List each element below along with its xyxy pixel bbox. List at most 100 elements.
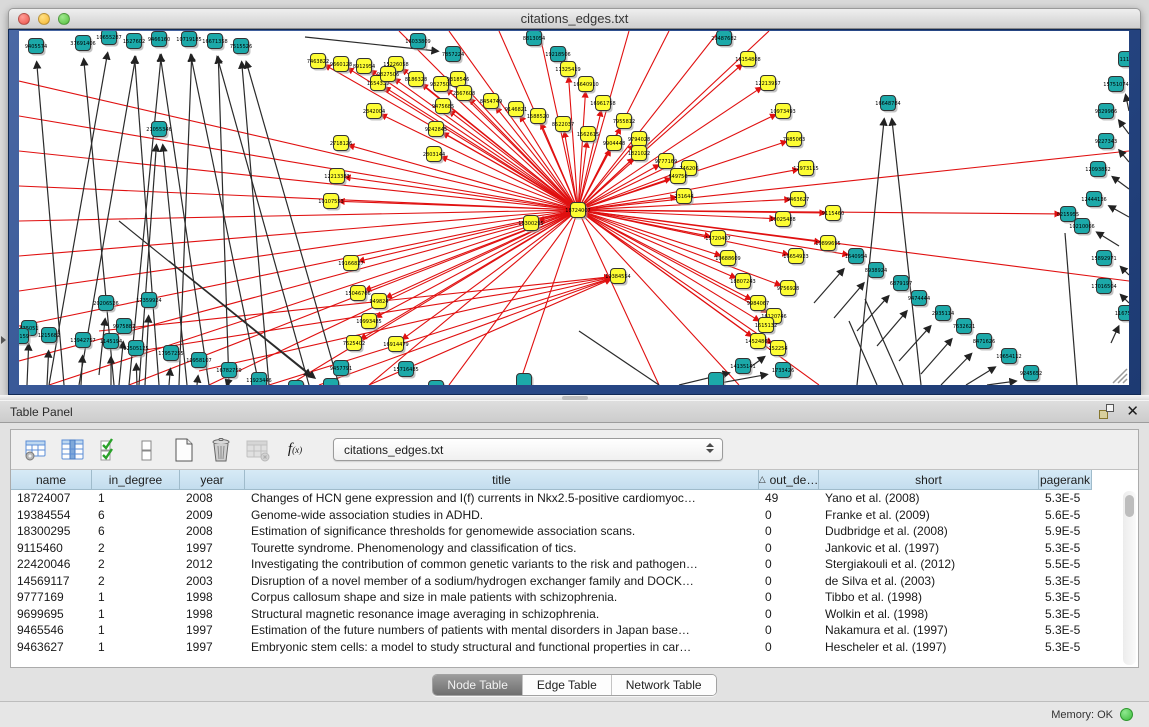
table-cell-out_degree[interactable]: 0: [759, 589, 819, 606]
tab-node-table[interactable]: Node Table: [433, 675, 523, 695]
delete-column-button[interactable]: [208, 437, 234, 463]
function-builder-button[interactable]: f(x): [282, 437, 308, 463]
table-cell-name[interactable]: 19384554: [11, 507, 92, 524]
table-cell-out_degree[interactable]: 0: [759, 556, 819, 573]
table-row[interactable]: 977716911998Corpus callosum shape and si…: [11, 589, 1138, 606]
table-cell-short[interactable]: Franke et al. (2009): [819, 507, 1039, 524]
table-cell-pagerank[interactable]: 5.5E-5: [1039, 556, 1092, 573]
close-panel-icon[interactable]: ✕: [1126, 404, 1139, 419]
table-cell-year[interactable]: 2012: [180, 556, 245, 573]
collapse-handle-icon[interactable]: [1, 336, 6, 344]
table-cell-name[interactable]: 14569117: [11, 573, 92, 590]
table-mode-button[interactable]: [23, 437, 49, 463]
table-cell-short[interactable]: Yano et al. (2008): [819, 490, 1039, 507]
table-cell-in_degree[interactable]: 1: [92, 622, 180, 639]
table-cell-out_degree[interactable]: 0: [759, 573, 819, 590]
table-row[interactable]: 1872400712008Changes of HCN gene express…: [11, 490, 1138, 507]
column-header-pagerank[interactable]: pagerank: [1039, 470, 1092, 490]
table-cell-year[interactable]: 2003: [180, 573, 245, 590]
table-cell-pagerank[interactable]: 5.3E-5: [1039, 606, 1092, 623]
table-cell-short[interactable]: Nakamura et al. (1997): [819, 622, 1039, 639]
table-row[interactable]: 946554611997Estimation of the future num…: [11, 622, 1138, 639]
table-cell-year[interactable]: 1998: [180, 589, 245, 606]
table-cell-pagerank[interactable]: 5.3E-5: [1039, 540, 1092, 557]
resize-grip-icon[interactable]: [1113, 369, 1127, 383]
table-cell-title[interactable]: Embryonic stem cells: a model to study s…: [245, 639, 759, 656]
table-cell-in_degree[interactable]: 1: [92, 606, 180, 623]
table-cell-title[interactable]: Changes of HCN gene expression and I(f) …: [245, 490, 759, 507]
table-cell-in_degree[interactable]: 1: [92, 639, 180, 656]
select-all-button[interactable]: [97, 437, 123, 463]
table-cell-short[interactable]: Hescheler et al. (1997): [819, 639, 1039, 656]
table-cell-pagerank[interactable]: 5.3E-5: [1039, 639, 1092, 656]
tab-edge-table[interactable]: Edge Table: [523, 675, 612, 695]
table-cell-short[interactable]: Dudbridge et al. (2008): [819, 523, 1039, 540]
column-header-title[interactable]: title: [245, 470, 759, 490]
table-cell-year[interactable]: 2008: [180, 490, 245, 507]
table-cell-short[interactable]: Wolkin et al. (1998): [819, 606, 1039, 623]
table-cell-short[interactable]: de Silva et al. (2003): [819, 573, 1039, 590]
new-column-button[interactable]: [171, 437, 197, 463]
column-header-year[interactable]: year: [180, 470, 245, 490]
float-panel-icon[interactable]: [1099, 404, 1114, 419]
table-cell-title[interactable]: Disruption of a novel member of a sodium…: [245, 573, 759, 590]
table-cell-in_degree[interactable]: 2: [92, 573, 180, 590]
table-cell-name[interactable]: 9777169: [11, 589, 92, 606]
table-cell-out_degree[interactable]: 0: [759, 606, 819, 623]
table-cell-title[interactable]: Estimation of significance thresholds fo…: [245, 523, 759, 540]
table-cell-title[interactable]: Corpus callosum shape and size in male p…: [245, 589, 759, 606]
table-cell-year[interactable]: 2009: [180, 507, 245, 524]
table-cell-title[interactable]: Tourette syndrome. Phenomenology and cla…: [245, 540, 759, 557]
table-cell-year[interactable]: 2008: [180, 523, 245, 540]
graph-node[interactable]: [324, 379, 339, 386]
table-cell-out_degree[interactable]: 0: [759, 622, 819, 639]
table-row[interactable]: 911546021997Tourette syndrome. Phenomeno…: [11, 540, 1138, 557]
table-cell-out_degree[interactable]: 49: [759, 490, 819, 507]
table-cell-pagerank[interactable]: 5.6E-5: [1039, 507, 1092, 524]
table-select-dropdown[interactable]: citations_edges.txt: [333, 438, 723, 461]
table-cell-out_degree[interactable]: 0: [759, 639, 819, 656]
table-cell-title[interactable]: Estimation of the future numbers of pati…: [245, 622, 759, 639]
table-cell-name[interactable]: 9463627: [11, 639, 92, 656]
table-cell-out_degree[interactable]: 0: [759, 507, 819, 524]
table-cell-short[interactable]: Tibbo et al. (1998): [819, 589, 1039, 606]
column-header-out_degree[interactable]: △out_de…: [759, 470, 819, 490]
table-cell-title[interactable]: Genome-wide association studies in ADHD.: [245, 507, 759, 524]
delete-table-button[interactable]: [245, 437, 271, 463]
network-canvas[interactable]: 9405574376914061065528715276029466160107…: [19, 31, 1129, 385]
table-cell-year[interactable]: 1997: [180, 639, 245, 656]
table-row[interactable]: 969969511998Structural magnetic resonanc…: [11, 606, 1138, 623]
table-cell-name[interactable]: 22420046: [11, 556, 92, 573]
table-cell-pagerank[interactable]: 5.3E-5: [1039, 589, 1092, 606]
scrollbar-thumb[interactable]: [1125, 495, 1134, 517]
table-cell-pagerank[interactable]: 5.9E-5: [1039, 523, 1092, 540]
network-window-titlebar[interactable]: citations_edges.txt: [8, 8, 1141, 29]
table-cell-pagerank[interactable]: 5.3E-5: [1039, 490, 1092, 507]
table-row[interactable]: 946362711997Embryonic stem cells: a mode…: [11, 639, 1138, 656]
graph-node[interactable]: [709, 373, 724, 386]
table-cell-in_degree[interactable]: 1: [92, 490, 180, 507]
table-cell-pagerank[interactable]: 5.3E-5: [1039, 622, 1092, 639]
table-row[interactable]: 2242004622012Investigating the contribut…: [11, 556, 1138, 573]
table-row[interactable]: 1938455462009Genome-wide association stu…: [11, 507, 1138, 524]
tab-network-table[interactable]: Network Table: [612, 675, 716, 695]
column-header-name[interactable]: name: [11, 470, 92, 490]
table-cell-pagerank[interactable]: 5.3E-5: [1039, 573, 1092, 590]
table-cell-out_degree[interactable]: 0: [759, 540, 819, 557]
table-row[interactable]: 1456911722003Disruption of a novel membe…: [11, 573, 1138, 590]
table-cell-out_degree[interactable]: 0: [759, 523, 819, 540]
table-cell-title[interactable]: Structural magnetic resonance image aver…: [245, 606, 759, 623]
vertical-scrollbar[interactable]: [1123, 491, 1136, 665]
table-cell-short[interactable]: Stergiakouli et al. (2012): [819, 556, 1039, 573]
column-header-in_degree[interactable]: in_degree: [92, 470, 180, 490]
table-cell-name[interactable]: 18300295: [11, 523, 92, 540]
graph-node[interactable]: [517, 374, 532, 386]
table-cell-in_degree[interactable]: 1: [92, 589, 180, 606]
column-header-short[interactable]: short: [819, 470, 1039, 490]
table-cell-year[interactable]: 1997: [180, 540, 245, 557]
table-cell-short[interactable]: Jankovic et al. (1997): [819, 540, 1039, 557]
table-cell-in_degree[interactable]: 2: [92, 540, 180, 557]
table-row[interactable]: 1830029562008Estimation of significance …: [11, 523, 1138, 540]
show-columns-button[interactable]: [60, 437, 86, 463]
table-cell-title[interactable]: Investigating the contribution of common…: [245, 556, 759, 573]
